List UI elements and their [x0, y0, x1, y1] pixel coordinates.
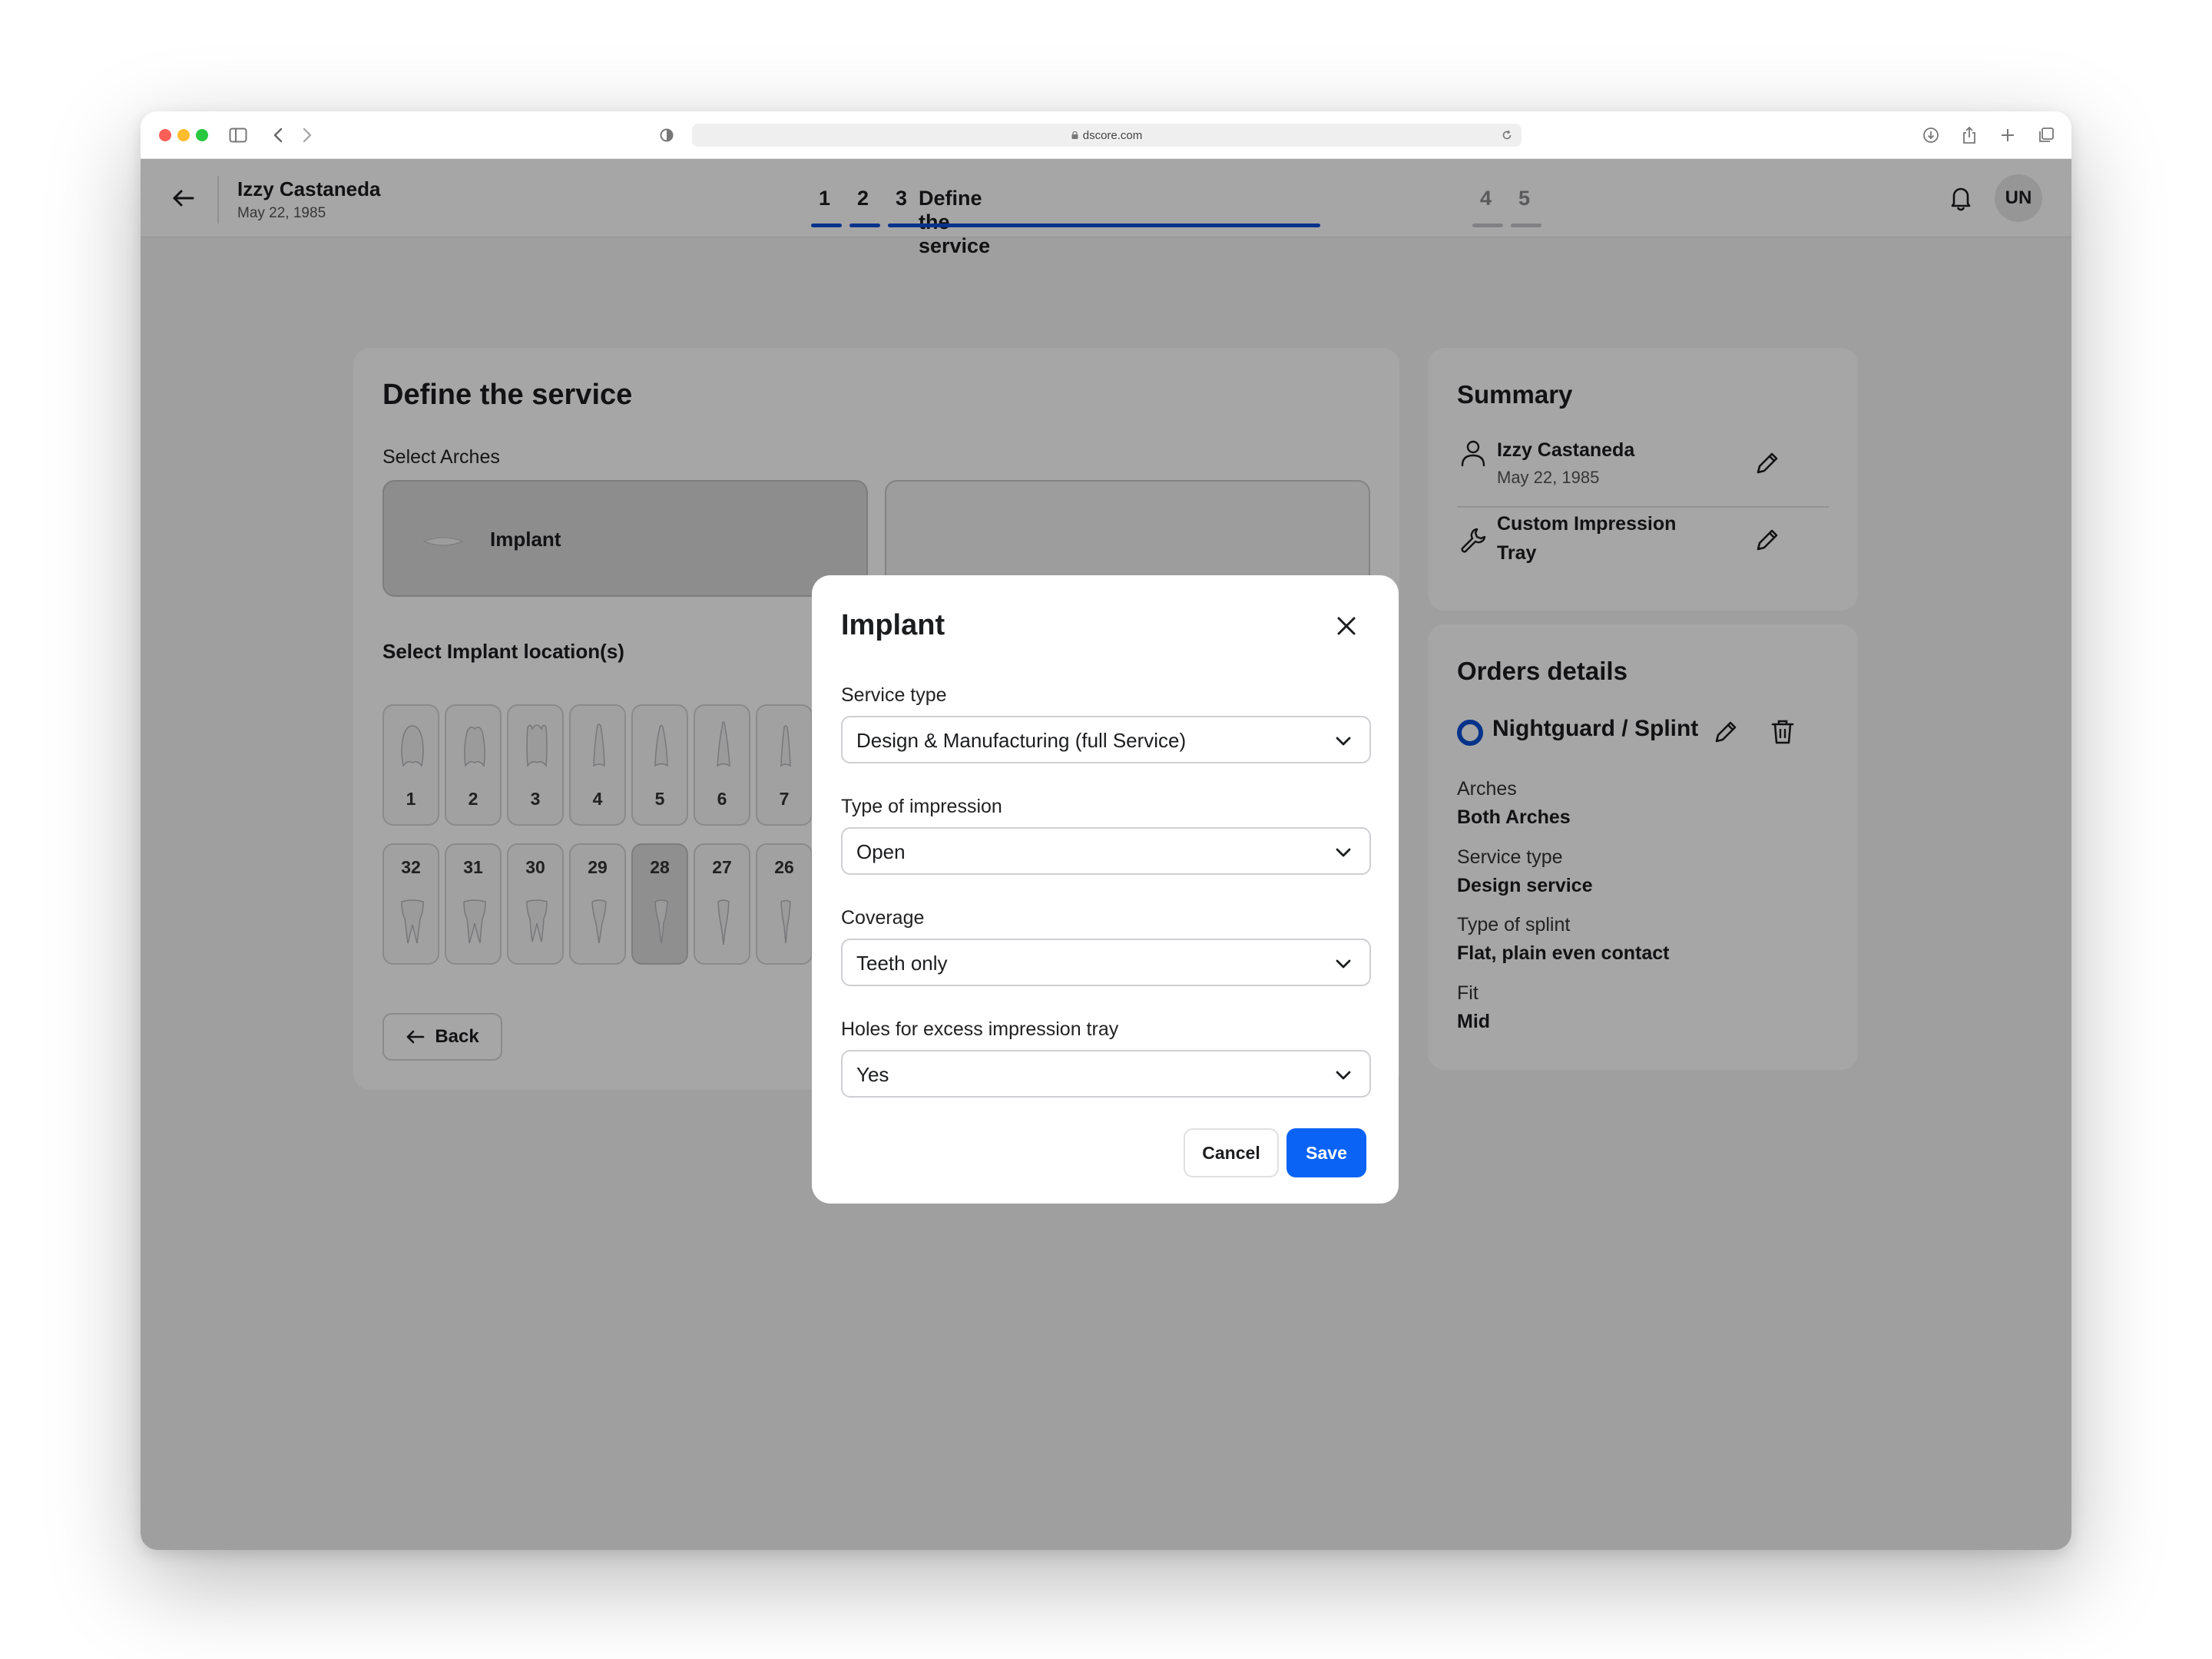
new-tab-icon[interactable] — [1996, 124, 2019, 147]
chevron-down-icon — [1336, 959, 1351, 969]
modal-title: Implant — [841, 609, 945, 641]
reload-icon[interactable] — [1502, 130, 1512, 141]
privacy-shield-icon[interactable] — [655, 124, 678, 147]
impression-type-select[interactable]: Open — [841, 827, 1371, 875]
lock-icon — [1071, 131, 1078, 139]
browser-window: dscore.com Izzy Castaneda May 22, 1985 1… — [141, 111, 2071, 1550]
maximize-window-button[interactable] — [196, 129, 208, 141]
save-button[interactable]: Save — [1286, 1128, 1366, 1177]
implant-modal: Implant Service type Design & Manufactur… — [812, 575, 1399, 1204]
holes-label: Holes for excess impression tray — [841, 1018, 1119, 1040]
browser-forward-icon[interactable] — [296, 124, 319, 147]
close-window-button[interactable] — [159, 129, 171, 141]
downloads-icon[interactable] — [1919, 124, 1942, 147]
service-type-select[interactable]: Design & Manufacturing (full Service) — [841, 716, 1371, 763]
cancel-button[interactable]: Cancel — [1184, 1128, 1279, 1177]
chevron-down-icon — [1336, 737, 1351, 746]
coverage-select[interactable]: Teeth only — [841, 939, 1371, 986]
address-bar[interactable]: dscore.com — [692, 124, 1522, 147]
url-text: dscore.com — [1082, 128, 1143, 142]
browser-toolbar: dscore.com — [141, 111, 2071, 159]
impression-type-value: Open — [856, 840, 906, 863]
close-icon[interactable] — [1331, 611, 1362, 641]
browser-back-icon[interactable] — [267, 124, 290, 147]
holes-value: Yes — [856, 1063, 889, 1086]
service-type-label: Service type — [841, 684, 947, 706]
impression-type-label: Type of impression — [841, 796, 1002, 817]
coverage-label: Coverage — [841, 907, 925, 929]
holes-select[interactable]: Yes — [841, 1050, 1371, 1098]
share-icon[interactable] — [1958, 124, 1981, 147]
chevron-down-icon — [1336, 848, 1351, 857]
tab-overview-icon[interactable] — [2035, 124, 2058, 147]
service-type-value: Design & Manufacturing (full Service) — [856, 729, 1187, 752]
sidebar-toggle-icon[interactable] — [227, 124, 250, 147]
coverage-value: Teeth only — [856, 952, 948, 975]
chevron-down-icon — [1336, 1071, 1351, 1080]
minimize-window-button[interactable] — [177, 129, 190, 141]
